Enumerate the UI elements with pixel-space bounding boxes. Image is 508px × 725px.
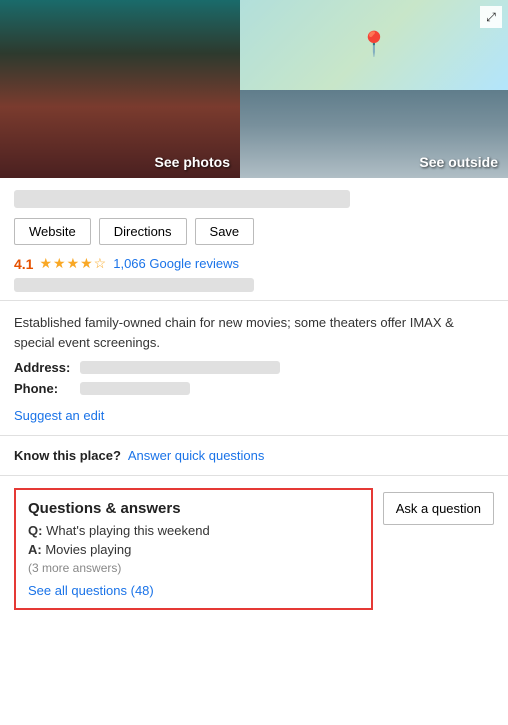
know-section: Know this place? Answer quick questions	[0, 436, 508, 476]
address-row: Address:	[14, 360, 494, 375]
qa-answer: A: Movies playing	[28, 542, 359, 557]
reviews-link[interactable]: 1,066 Google reviews	[113, 256, 239, 271]
suggest-edit-link[interactable]: Suggest an edit	[14, 408, 104, 423]
see-photos-label: See photos	[155, 154, 230, 170]
address-label: Address:	[14, 360, 74, 375]
right-photos: 📍 ⤢ See outside	[240, 0, 508, 178]
place-name-bar	[14, 190, 350, 208]
qa-section: Questions & answers Q: What's playing th…	[0, 476, 508, 622]
map-thumbnail[interactable]: 📍 ⤢	[240, 0, 508, 90]
rating-row: 4.1 ★★★★☆ 1,066 Google reviews	[14, 255, 494, 272]
directions-button[interactable]: Directions	[99, 218, 187, 245]
see-outside-label: See outside	[419, 154, 498, 170]
category-bar	[14, 278, 254, 292]
address-value	[80, 361, 280, 374]
interior-photo[interactable]: See photos	[0, 0, 240, 178]
q-label: Q:	[28, 523, 42, 538]
photo-section: See photos 📍 ⤢ See outside	[0, 0, 508, 178]
qa-title: Questions & answers	[28, 500, 359, 517]
ask-question-button[interactable]: Ask a question	[383, 492, 494, 525]
question-text: What's playing this weekend	[46, 523, 210, 538]
save-button[interactable]: Save	[195, 218, 255, 245]
qa-question: Q: What's playing this weekend	[28, 523, 359, 538]
expand-icon[interactable]: ⤢	[480, 6, 502, 28]
website-button[interactable]: Website	[14, 218, 91, 245]
action-buttons: Website Directions Save	[14, 218, 494, 245]
map-pin-icon: 📍	[359, 30, 389, 59]
rating-value: 4.1	[14, 256, 33, 272]
more-answers: (3 more answers)	[28, 561, 359, 575]
answer-questions-link[interactable]: Answer quick questions	[128, 448, 265, 463]
a-label: A:	[28, 542, 42, 557]
outside-photo[interactable]: See outside	[240, 90, 508, 178]
phone-row: Phone:	[14, 381, 494, 396]
phone-label: Phone:	[14, 381, 74, 396]
phone-value	[80, 382, 190, 395]
description-section: Established family-owned chain for new m…	[0, 301, 508, 436]
info-section: Website Directions Save 4.1 ★★★★☆ 1,066 …	[0, 178, 508, 301]
answer-text: Movies playing	[45, 542, 131, 557]
rating-stars: ★★★★☆	[39, 255, 107, 272]
know-label: Know this place?	[14, 448, 121, 463]
qa-box: Questions & answers Q: What's playing th…	[14, 488, 373, 610]
description-text: Established family-owned chain for new m…	[14, 313, 494, 352]
see-all-questions-link[interactable]: See all questions (48)	[28, 583, 154, 598]
